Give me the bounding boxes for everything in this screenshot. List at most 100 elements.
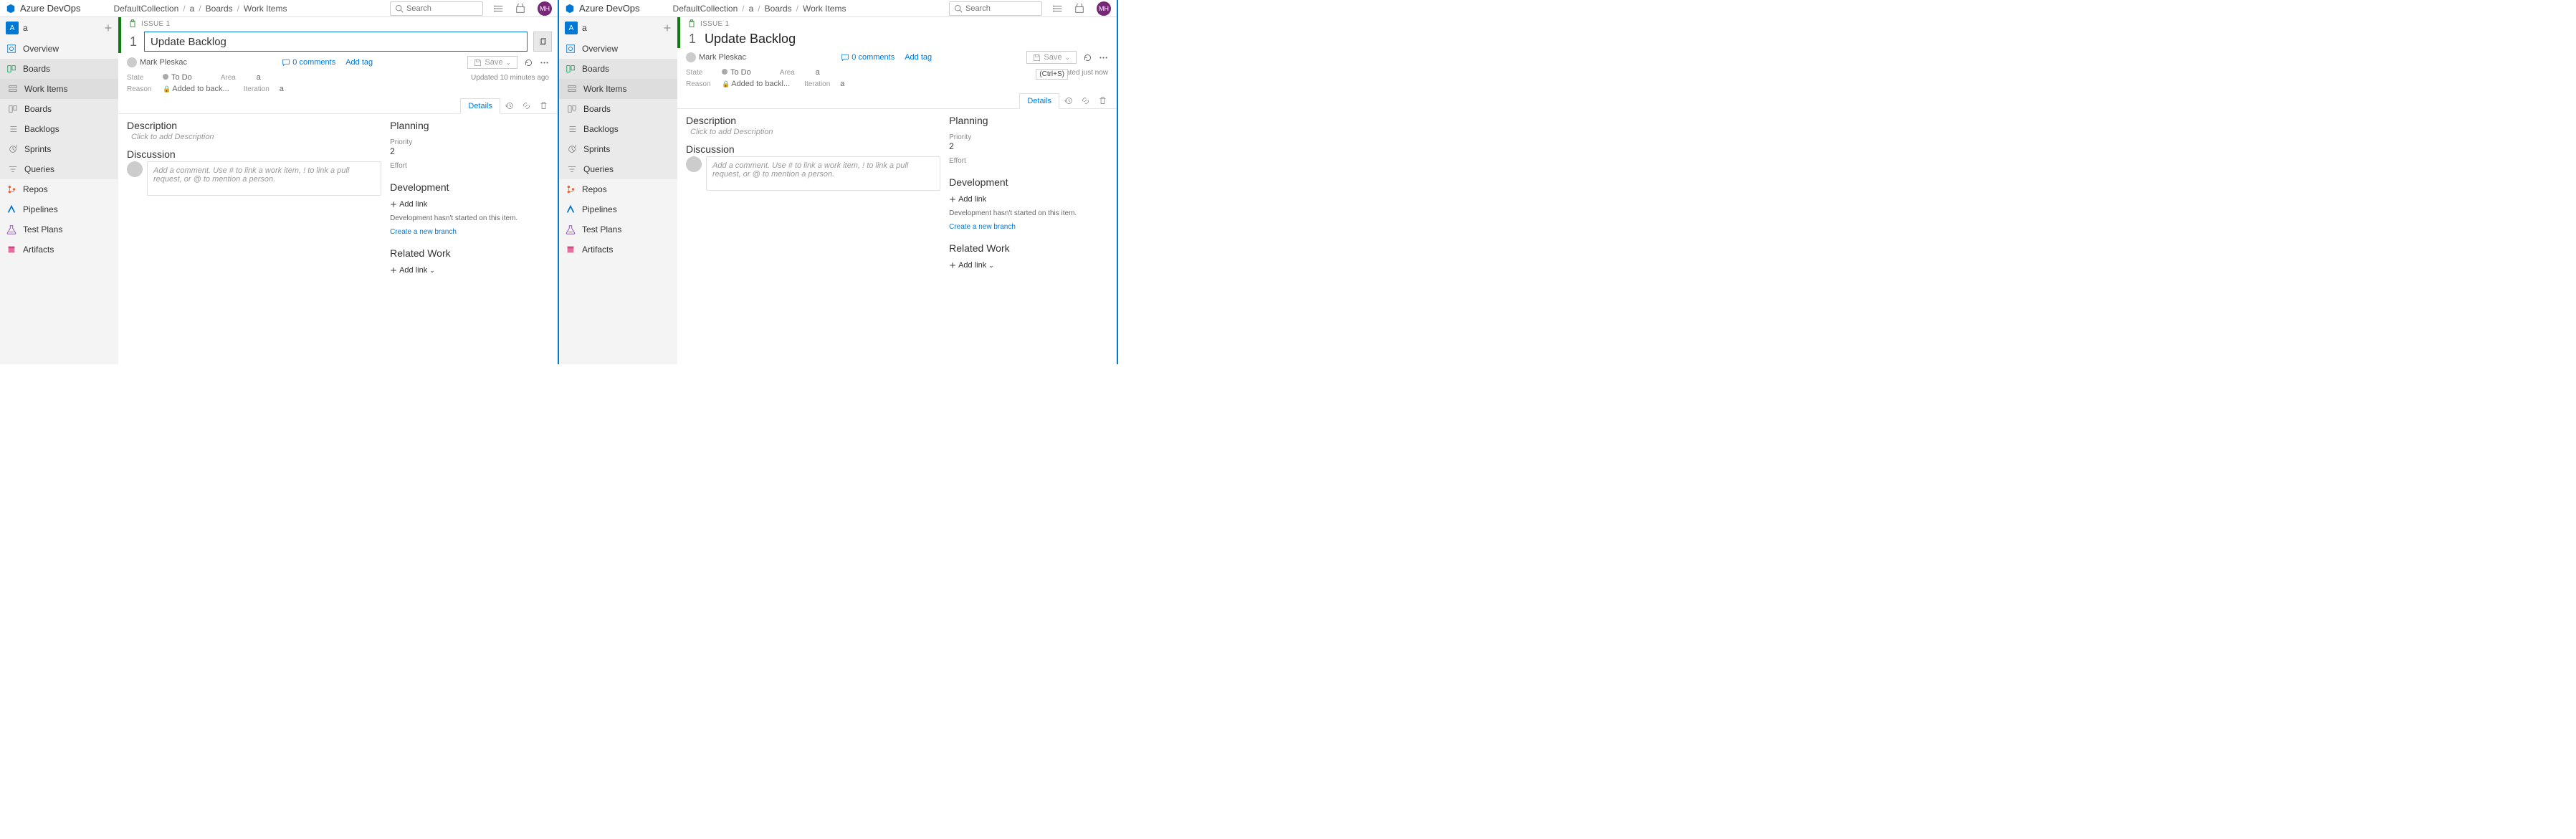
state-label: State: [686, 69, 715, 77]
accent-bar: [118, 17, 121, 53]
links-icon[interactable]: [517, 98, 535, 113]
breadcrumb-item[interactable]: a: [749, 4, 754, 14]
breadcrumb-item[interactable]: Boards: [206, 4, 233, 14]
comments-link[interactable]: 0 comments: [841, 53, 895, 62]
state-value[interactable]: To Do: [163, 73, 192, 82]
discussion-input[interactable]: Add a comment. Use # to link a work item…: [706, 156, 940, 191]
area-value[interactable]: a: [257, 73, 261, 82]
topbar: Azure DevOps DefaultCollection/ a/ Board…: [0, 0, 558, 17]
breadcrumb: DefaultCollection/ a/ Boards/ Work Items: [114, 4, 287, 14]
attachments-icon[interactable]: [535, 98, 552, 113]
repos-icon: [6, 184, 17, 195]
user-avatar[interactable]: MH: [1097, 1, 1111, 16]
project-name[interactable]: a: [23, 23, 100, 33]
marketplace-icon[interactable]: [515, 3, 526, 14]
search-input[interactable]: [406, 4, 478, 13]
breadcrumb-item[interactable]: a: [190, 4, 195, 14]
marketplace-icon[interactable]: [1074, 3, 1085, 14]
nav-boards-sub[interactable]: Boards: [0, 99, 118, 119]
nav-repos[interactable]: Repos: [559, 179, 677, 199]
list-view-icon[interactable]: [493, 3, 505, 14]
create-branch-link[interactable]: Create a new branch: [390, 228, 549, 236]
effort-label: Effort: [949, 157, 1108, 165]
nav-overview[interactable]: Overview: [0, 39, 118, 59]
nav-queries[interactable]: Queries: [0, 159, 118, 179]
reason-value[interactable]: 🔒Added to back...: [163, 85, 229, 93]
add-link-button[interactable]: Add link: [390, 200, 549, 209]
priority-value[interactable]: 2: [390, 146, 549, 156]
more-actions-icon[interactable]: [539, 57, 549, 67]
description-field[interactable]: Click to add Description: [127, 133, 381, 141]
search-box[interactable]: [390, 1, 483, 16]
nav-backlogs[interactable]: Backlogs: [0, 119, 118, 139]
nav-repos[interactable]: Repos: [0, 179, 118, 199]
list-view-icon[interactable]: [1052, 3, 1064, 14]
search-input[interactable]: [965, 4, 1037, 13]
add-link-button[interactable]: Add link: [949, 195, 1108, 204]
tab-details[interactable]: Details: [460, 98, 500, 114]
nav-sprints[interactable]: Sprints: [559, 139, 677, 159]
overview-icon: [565, 43, 576, 54]
add-related-link-button[interactable]: Add link⌄: [949, 261, 1108, 270]
description-field[interactable]: Click to add Description: [686, 128, 940, 136]
nav-artifacts[interactable]: Artifacts: [0, 240, 118, 260]
nav-pipelines[interactable]: Pipelines: [559, 199, 677, 219]
user-avatar[interactable]: MH: [538, 1, 552, 16]
nav-boards[interactable]: Boards: [0, 59, 118, 79]
create-branch-link[interactable]: Create a new branch: [949, 223, 1108, 231]
nav-work-items[interactable]: Work Items: [0, 79, 118, 99]
planning-title: Planning: [390, 120, 549, 131]
copy-title-button[interactable]: [533, 32, 552, 52]
search-box[interactable]: [949, 1, 1042, 16]
add-tag-button[interactable]: Add tag: [905, 53, 932, 62]
tab-details[interactable]: Details: [1019, 93, 1059, 109]
reason-value[interactable]: 🔒Added to backl...: [722, 80, 790, 88]
nav-boards-sub[interactable]: Boards: [559, 99, 677, 119]
area-value[interactable]: a: [816, 68, 820, 77]
breadcrumb-item[interactable]: Boards: [765, 4, 792, 14]
project-badge: A: [565, 22, 578, 34]
title-text[interactable]: Update Backlog: [703, 32, 1111, 47]
iteration-value[interactable]: a: [840, 80, 844, 88]
add-project-icon[interactable]: [104, 24, 113, 32]
state-value[interactable]: To Do: [722, 68, 751, 77]
links-icon[interactable]: [1077, 93, 1094, 108]
nav-sprints[interactable]: Sprints: [0, 139, 118, 159]
history-icon[interactable]: [500, 98, 517, 113]
nav-boards[interactable]: Boards: [559, 59, 677, 79]
discussion-input[interactable]: Add a comment. Use # to link a work item…: [147, 161, 381, 196]
add-project-icon[interactable]: [663, 24, 672, 32]
title-input[interactable]: [144, 32, 528, 52]
priority-value[interactable]: 2: [949, 141, 1108, 151]
history-icon[interactable]: [1059, 93, 1077, 108]
project-name[interactable]: a: [582, 23, 659, 33]
nav-backlogs[interactable]: Backlogs: [559, 119, 677, 139]
issue-label: ISSUE 1: [141, 20, 170, 28]
nav-work-items[interactable]: Work Items: [559, 79, 677, 99]
add-tag-button[interactable]: Add tag: [345, 58, 373, 67]
nav-test-plans[interactable]: Test Plans: [0, 219, 118, 240]
nav-artifacts[interactable]: Artifacts: [559, 240, 677, 260]
attachments-icon[interactable]: [1094, 93, 1111, 108]
save-button[interactable]: Save⌄: [467, 56, 517, 69]
nav-pipelines[interactable]: Pipelines: [0, 199, 118, 219]
assigned-to[interactable]: Mark Pleskac: [127, 57, 187, 67]
iteration-value[interactable]: a: [280, 85, 284, 93]
nav-overview[interactable]: Overview: [559, 39, 677, 59]
nav-test-plans[interactable]: Test Plans: [559, 219, 677, 240]
pipelines-icon: [565, 204, 576, 215]
more-actions-icon[interactable]: [1098, 52, 1108, 62]
breadcrumb-item[interactable]: DefaultCollection: [673, 4, 738, 14]
save-button[interactable]: Save⌄: [1026, 51, 1077, 64]
assigned-to[interactable]: Mark Pleskac: [686, 52, 746, 62]
add-related-link-button[interactable]: Add link⌄: [390, 266, 549, 275]
breadcrumb-item[interactable]: Work Items: [244, 4, 287, 14]
breadcrumb-item[interactable]: Work Items: [803, 4, 846, 14]
refresh-icon[interactable]: [523, 57, 533, 67]
comments-link[interactable]: 0 comments: [282, 58, 335, 67]
nav-queries[interactable]: Queries: [559, 159, 677, 179]
lock-icon: 🔒: [163, 85, 171, 93]
breadcrumb-item[interactable]: DefaultCollection: [114, 4, 179, 14]
refresh-icon[interactable]: [1082, 52, 1092, 62]
project-badge: A: [6, 22, 19, 34]
